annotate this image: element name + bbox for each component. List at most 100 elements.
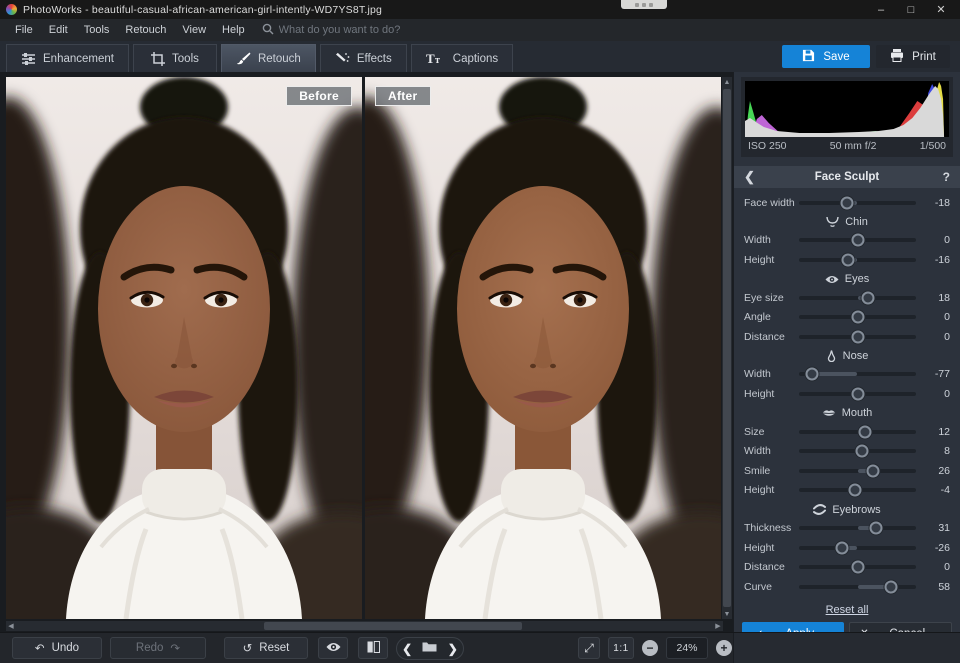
slider-track[interactable] (799, 565, 916, 569)
save-button[interactable]: Save (782, 45, 870, 68)
prev-photo-button[interactable]: ❮ (402, 642, 412, 656)
menu-file[interactable]: File (8, 22, 40, 38)
menu-view[interactable]: View (175, 22, 213, 38)
after-image-pane[interactable]: After (365, 77, 721, 619)
reset-button[interactable]: ↺ Reset (224, 637, 308, 659)
slider-handle[interactable] (851, 234, 864, 247)
file-navigator: ❮ ❯ (396, 637, 464, 660)
slider-handle[interactable] (856, 445, 869, 458)
slider-track[interactable] (799, 526, 916, 530)
menu-retouch[interactable]: Retouch (118, 22, 173, 38)
close-button[interactable]: ✕ (926, 0, 956, 19)
menu-edit[interactable]: Edit (42, 22, 75, 38)
tab-bar: Enhancement Tools Retouch Effects Tт Cap… (0, 41, 960, 72)
before-image-pane[interactable]: Before (6, 77, 362, 619)
redo-button[interactable]: Redo ↷ (110, 637, 206, 659)
tab-tools[interactable]: Tools (133, 44, 217, 72)
slider-handle[interactable] (858, 425, 871, 438)
search-input[interactable] (279, 24, 479, 36)
reset-arrow-icon: ↺ (243, 641, 253, 655)
search-icon (262, 23, 274, 38)
next-photo-button[interactable]: ❯ (448, 642, 458, 656)
horizontal-scrollbar[interactable]: ◀ ▶ (6, 621, 723, 631)
slider-handle[interactable] (885, 580, 898, 593)
scroll-right-icon[interactable]: ▶ (713, 621, 723, 631)
shutter-value: 1/500 (920, 140, 946, 152)
slider-track[interactable] (799, 488, 916, 492)
slider-value: 0 (924, 234, 950, 246)
chin-icon (826, 216, 839, 228)
back-chevron-icon[interactable]: ❮ (744, 169, 760, 185)
help-icon[interactable]: ? (934, 170, 950, 184)
slider-track[interactable] (799, 258, 916, 262)
slider-handle[interactable] (866, 464, 879, 477)
zoom-level-readout[interactable]: 24% (666, 637, 708, 659)
slider-track[interactable] (799, 546, 916, 550)
slider-track[interactable] (799, 238, 916, 242)
slider-track[interactable] (799, 372, 916, 376)
svg-text:T: T (426, 52, 435, 65)
tab-effects[interactable]: Effects (320, 44, 407, 72)
slider-label: Height (744, 254, 799, 266)
group-header-chin: Chin (744, 214, 950, 231)
slider-handle[interactable] (851, 561, 864, 574)
slider-handle[interactable] (849, 484, 862, 497)
zoom-out-button[interactable]: − (642, 640, 658, 656)
slider-handle[interactable] (851, 311, 864, 324)
text-icon: Tт (426, 52, 446, 65)
vertical-scroll-thumb[interactable] (723, 89, 731, 607)
slider-track[interactable] (799, 469, 916, 473)
tab-captions[interactable]: Tт Captions (411, 44, 513, 72)
scroll-down-icon[interactable]: ▼ (722, 609, 732, 619)
slider-track[interactable] (799, 585, 916, 589)
horizontal-scroll-thumb[interactable] (264, 622, 522, 630)
before-after-view-button[interactable] (358, 637, 388, 659)
group-header-mouth: Mouth (744, 405, 950, 422)
undo-button[interactable]: ↶ Undo (12, 637, 102, 659)
zoom-in-button[interactable]: + (716, 640, 732, 656)
slider-handle[interactable] (869, 521, 882, 534)
slider-handle[interactable] (836, 541, 849, 554)
slider-track[interactable] (799, 392, 916, 396)
reset-all-link[interactable]: Reset all (826, 604, 869, 616)
slider-label: Width (744, 445, 799, 457)
slider-value: 0 (924, 311, 950, 323)
slider-label: Distance (744, 561, 799, 573)
slider-handle[interactable] (851, 387, 864, 400)
maximize-button[interactable]: □ (896, 0, 926, 19)
actual-size-button[interactable]: 1:1 (608, 637, 634, 659)
slider-value: 58 (924, 581, 950, 593)
slider-track[interactable] (799, 201, 916, 205)
slider-track[interactable] (799, 296, 916, 300)
slider-row-size: Size12 (744, 422, 950, 442)
slider-track[interactable] (799, 430, 916, 434)
slider-row-smile: Smile26 (744, 461, 950, 481)
status-bar: ↶ Undo Redo ↷ ↺ Reset ❮ ❯ ⤢ 1:1 − 24% + (0, 632, 960, 663)
slider-track[interactable] (799, 315, 916, 319)
slider-value: -4 (924, 484, 950, 496)
slider-label: Eye size (744, 292, 799, 304)
folder-icon[interactable] (422, 641, 437, 656)
slider-handle[interactable] (806, 368, 819, 381)
slider-label: Width (744, 234, 799, 246)
slider-handle[interactable] (840, 196, 853, 209)
menu-tools[interactable]: Tools (77, 22, 117, 38)
slider-handle[interactable] (851, 330, 864, 343)
slider-track[interactable] (799, 335, 916, 339)
tab-enhancement[interactable]: Enhancement (6, 44, 129, 72)
preview-original-button[interactable] (318, 637, 348, 659)
fit-to-screen-button[interactable]: ⤢ (578, 637, 600, 659)
minimize-button[interactable]: – (866, 0, 896, 19)
histogram-plot (745, 81, 949, 137)
scroll-up-icon[interactable]: ▲ (722, 77, 732, 87)
tab-retouch[interactable]: Retouch (221, 44, 316, 72)
menu-help[interactable]: Help (215, 22, 252, 38)
scroll-left-icon[interactable]: ◀ (6, 621, 16, 631)
slider-track[interactable] (799, 449, 916, 453)
vertical-scrollbar[interactable]: ▲ ▼ (722, 77, 732, 619)
slider-row-width: Width 0 (744, 231, 950, 251)
after-photo (365, 77, 721, 619)
slider-handle[interactable] (862, 291, 875, 304)
print-button[interactable]: Print (876, 45, 950, 68)
slider-handle[interactable] (842, 253, 855, 266)
